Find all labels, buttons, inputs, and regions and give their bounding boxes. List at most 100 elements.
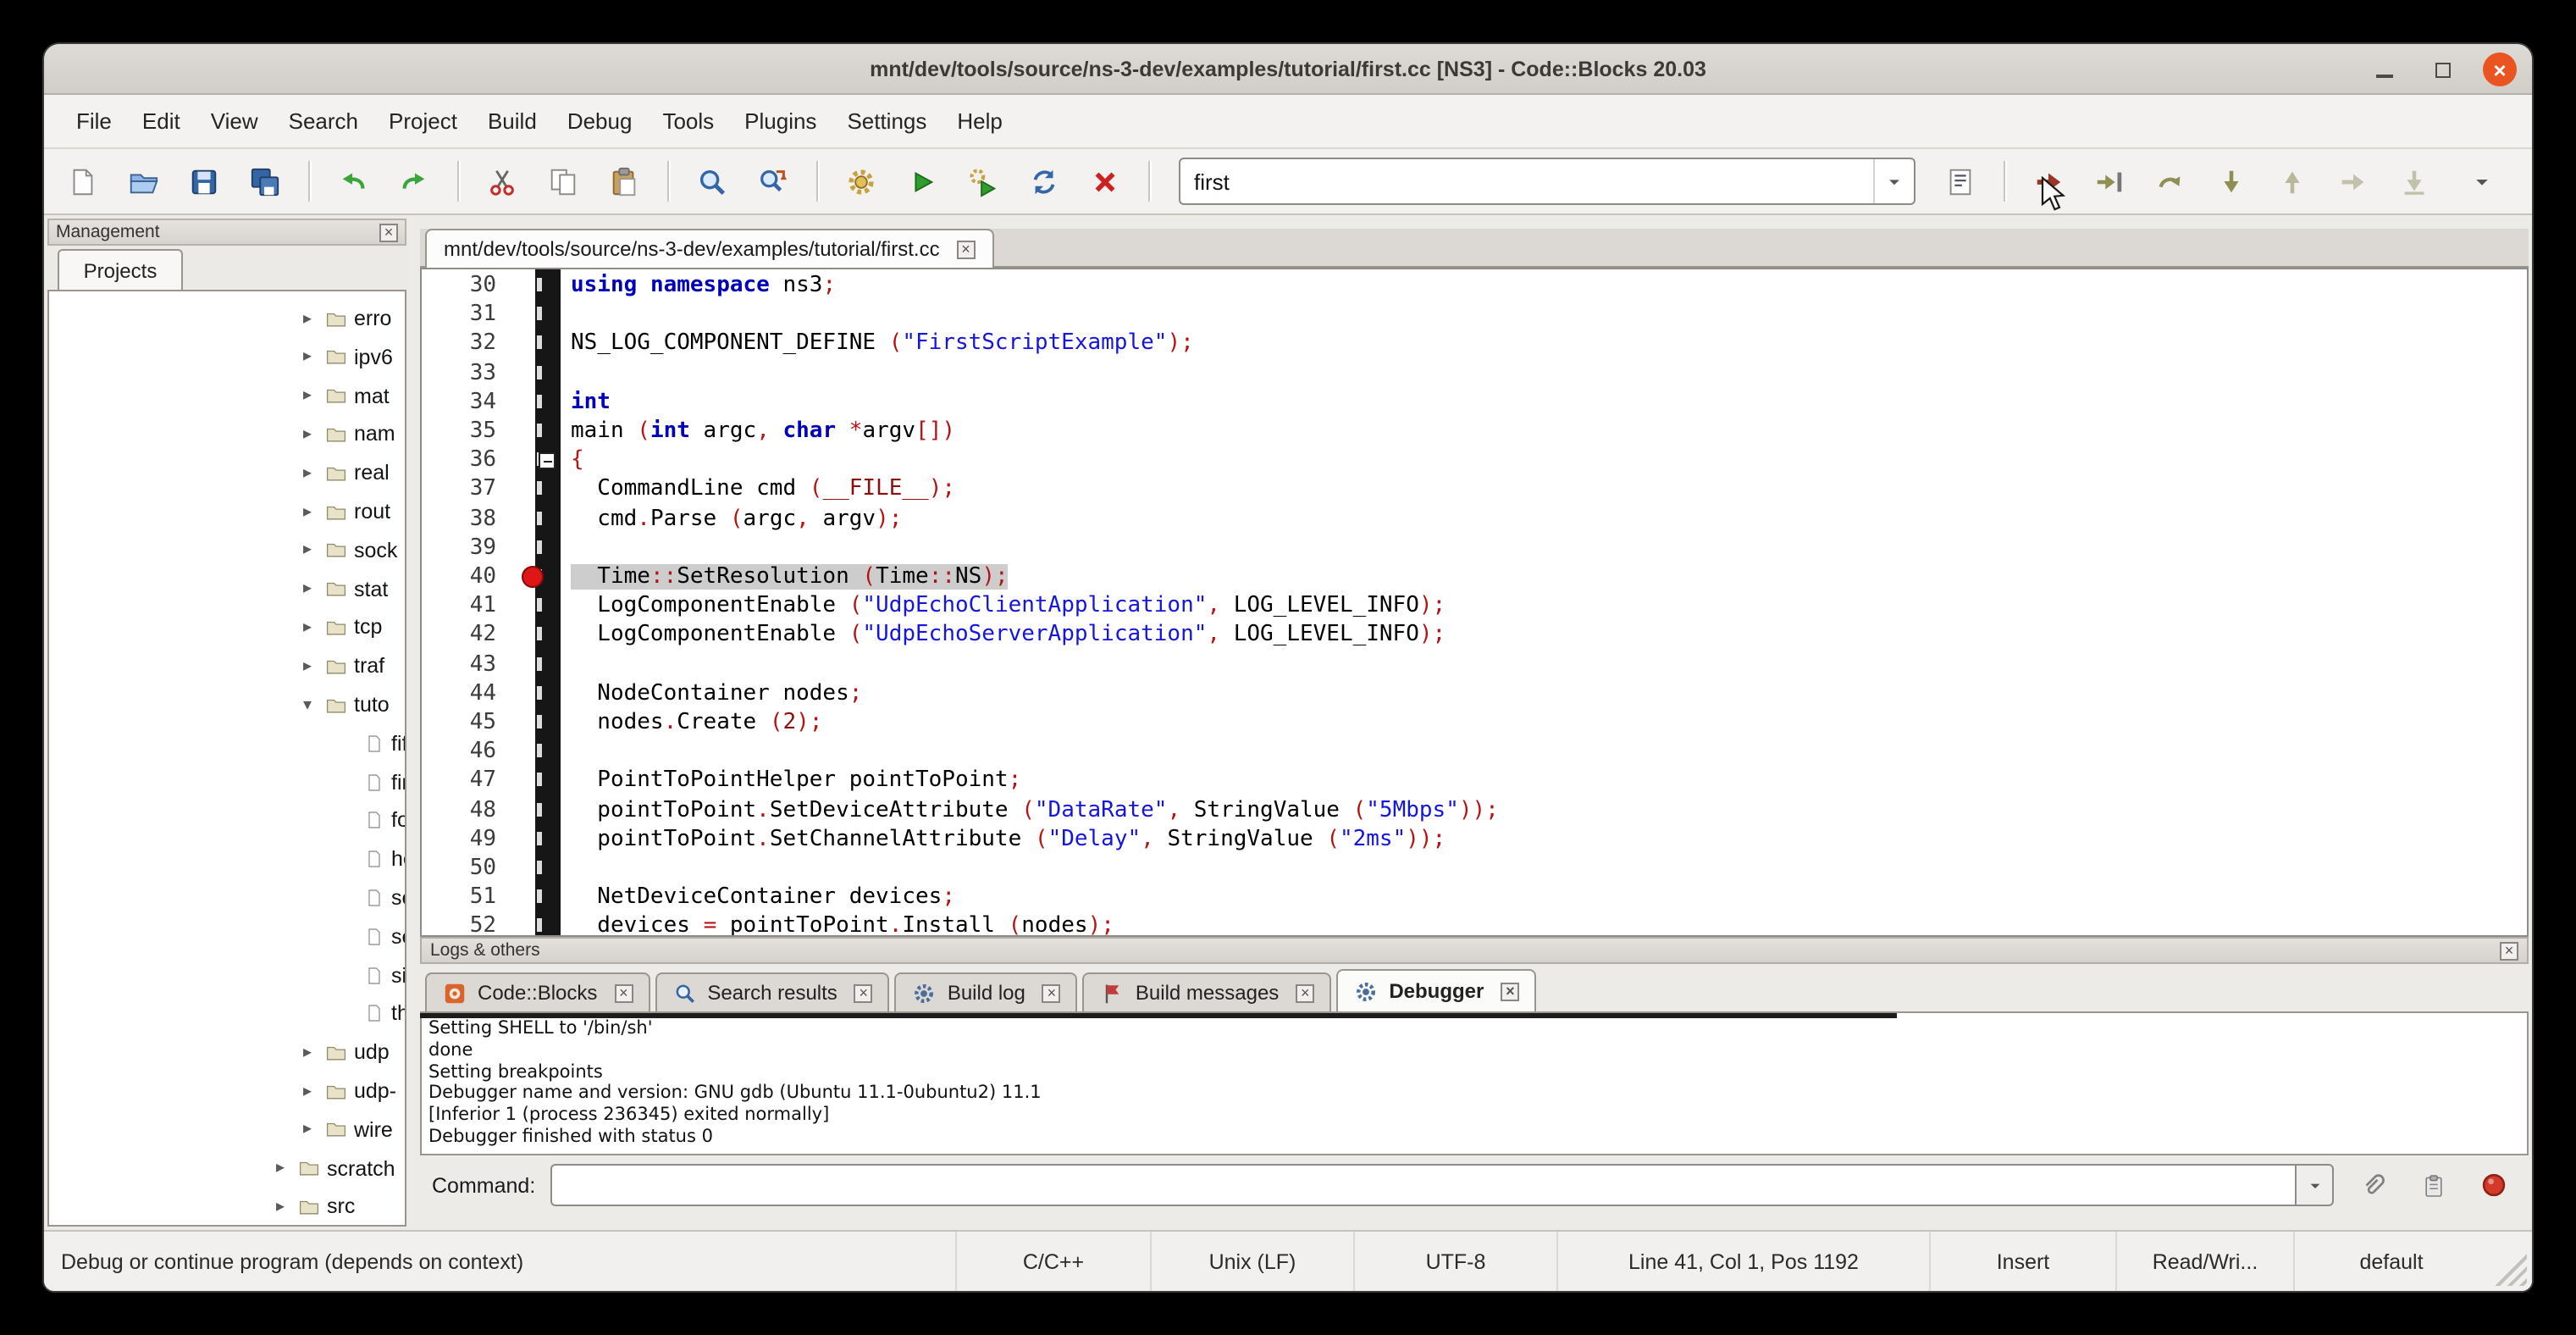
- breakpoint-margin[interactable]: [506, 504, 535, 533]
- log-tab-code-blocks[interactable]: Code::Blocks×: [425, 972, 650, 1011]
- tree-item-fo-13[interactable]: fo: [49, 802, 405, 839]
- tree-item-scratch-22[interactable]: ▸scratch: [49, 1149, 405, 1187]
- build-target-combo[interactable]: [1179, 158, 1915, 205]
- stop-debugger-button[interactable]: [2471, 1164, 2517, 1206]
- build-and-run-button[interactable]: [959, 158, 1006, 205]
- breakpoint-margin[interactable]: [506, 358, 535, 387]
- breakpoint-margin[interactable]: [506, 475, 535, 504]
- new-file-button[interactable]: [58, 158, 105, 205]
- menu-plugins[interactable]: Plugins: [729, 108, 832, 134]
- chevron-collapsed-icon[interactable]: ▸: [303, 1121, 325, 1139]
- breakpoint-margin[interactable]: [506, 562, 535, 591]
- titlebar[interactable]: mnt/dev/tools/source/ns-3-dev/examples/t…: [44, 44, 2532, 95]
- tree-item-six-17[interactable]: six: [49, 956, 405, 994]
- tree-item-src-23[interactable]: ▸src: [49, 1188, 405, 1226]
- chevron-collapsed-icon[interactable]: ▸: [303, 1043, 325, 1061]
- breakpoint-margin[interactable]: [506, 534, 535, 562]
- breakpoint-marker[interactable]: [522, 566, 544, 588]
- code-editor[interactable]: 30using namespace ns3;3132NS_LOG_COMPONE…: [420, 268, 2529, 937]
- abort-build-button[interactable]: [1081, 158, 1128, 205]
- tree-item-tcp-8[interactable]: ▸tcp: [49, 609, 405, 646]
- log-tab-search-results[interactable]: Search results×: [655, 972, 889, 1011]
- chevron-collapsed-icon[interactable]: ▸: [303, 1082, 325, 1100]
- tree-item-se-16[interactable]: se: [49, 918, 405, 956]
- menu-build[interactable]: Build: [473, 108, 552, 134]
- tree-item-wire-21[interactable]: ▸wire: [49, 1111, 405, 1149]
- breakpoint-margin[interactable]: [506, 679, 535, 708]
- tree-item-he-14[interactable]: he: [49, 840, 405, 878]
- fold-marker-icon[interactable]: [539, 452, 556, 469]
- breakpoint-margin[interactable]: [506, 330, 535, 358]
- tab-close-icon[interactable]: ×: [854, 983, 873, 1002]
- chevron-collapsed-icon[interactable]: ▸: [303, 463, 325, 482]
- run-button[interactable]: [898, 158, 945, 205]
- chevron-collapsed-icon[interactable]: ▸: [303, 309, 325, 328]
- breakpoint-margin[interactable]: [506, 300, 535, 329]
- breakpoint-margin[interactable]: [506, 767, 535, 795]
- paste-button[interactable]: [600, 158, 647, 205]
- minimize-button[interactable]: [2368, 53, 2402, 86]
- tree-item-th-18[interactable]: th: [49, 995, 405, 1033]
- copy-button[interactable]: [539, 158, 586, 205]
- logs-close-icon[interactable]: ×: [2500, 941, 2518, 960]
- menu-view[interactable]: View: [196, 108, 274, 134]
- tree-item-fir-12[interactable]: fir: [49, 763, 405, 800]
- maximize-button[interactable]: [2425, 53, 2459, 86]
- rebuild-button[interactable]: [1020, 158, 1067, 205]
- log-tab-build-messages[interactable]: Build messages×: [1083, 972, 1331, 1011]
- tree-item-fif-11[interactable]: fif: [49, 725, 405, 762]
- chevron-collapsed-icon[interactable]: ▸: [303, 425, 325, 444]
- breakpoint-margin[interactable]: [506, 912, 535, 937]
- clipboard-button[interactable]: [2410, 1164, 2456, 1206]
- chevron-collapsed-icon[interactable]: ▸: [303, 386, 325, 405]
- run-to-cursor-button[interactable]: [2085, 158, 2132, 205]
- tree-item-sock-6[interactable]: ▸sock: [49, 532, 405, 569]
- log-tab-debugger[interactable]: Debugger×: [1336, 969, 1536, 1013]
- save-button[interactable]: [180, 158, 227, 205]
- command-input[interactable]: [550, 1164, 2295, 1206]
- close-button[interactable]: ×: [2483, 53, 2517, 86]
- chevron-collapsed-icon[interactable]: ▸: [303, 348, 325, 367]
- breakpoint-margin[interactable]: [506, 737, 535, 766]
- next-line-button[interactable]: [2146, 158, 2193, 205]
- step-into-button[interactable]: [2207, 158, 2254, 205]
- tab-close-icon[interactable]: ×: [614, 983, 633, 1002]
- next-instruction-button[interactable]: [2329, 158, 2376, 205]
- find-button[interactable]: [688, 158, 735, 205]
- menu-settings[interactable]: Settings: [832, 108, 942, 134]
- resize-grip[interactable]: [2488, 1232, 2532, 1291]
- target-list-button[interactable]: [1936, 158, 1983, 205]
- tree-item-se-15[interactable]: se: [49, 879, 405, 917]
- menu-project[interactable]: Project: [373, 108, 473, 134]
- chevron-expanded-icon[interactable]: ▾: [303, 695, 325, 714]
- log-tab-build-log[interactable]: Build log×: [895, 972, 1078, 1011]
- tab-projects[interactable]: Projects: [58, 249, 183, 290]
- undo-button[interactable]: [329, 158, 376, 205]
- tree-item-stat-7[interactable]: ▸stat: [49, 570, 405, 607]
- open-file-button[interactable]: [119, 158, 166, 205]
- chevron-collapsed-icon[interactable]: ▸: [303, 541, 325, 560]
- paperclip-button[interactable]: [2349, 1164, 2395, 1206]
- menu-search[interactable]: Search: [274, 108, 373, 134]
- breakpoint-margin[interactable]: [506, 388, 535, 417]
- tree-item-erro-0[interactable]: ▸erro: [49, 300, 405, 337]
- menu-tools[interactable]: Tools: [647, 108, 729, 134]
- tab-close-icon[interactable]: ×: [1501, 982, 1519, 1000]
- step-into-instruction-button[interactable]: [2390, 158, 2437, 205]
- breakpoint-margin[interactable]: [506, 271, 535, 300]
- tree-item-ipv6-1[interactable]: ▸ipv6: [49, 339, 405, 376]
- chevron-collapsed-icon[interactable]: ▸: [276, 1159, 298, 1177]
- breakpoint-margin[interactable]: [506, 883, 535, 911]
- tree-item-nam-3[interactable]: ▸nam: [49, 416, 405, 453]
- chevron-collapsed-icon[interactable]: ▸: [303, 579, 325, 598]
- menu-file[interactable]: File: [61, 108, 127, 134]
- breakpoint-margin[interactable]: [506, 446, 535, 474]
- redo-button[interactable]: [390, 158, 437, 205]
- command-dropdown-button[interactable]: [2295, 1164, 2334, 1206]
- breakpoint-margin[interactable]: [506, 650, 535, 679]
- debug-continue-button[interactable]: [2024, 158, 2071, 205]
- breakpoint-margin[interactable]: [506, 621, 535, 650]
- panel-splitter[interactable]: [410, 215, 417, 1230]
- save-all-button[interactable]: [240, 158, 288, 205]
- tree-item-rout-5[interactable]: ▸rout: [49, 493, 405, 530]
